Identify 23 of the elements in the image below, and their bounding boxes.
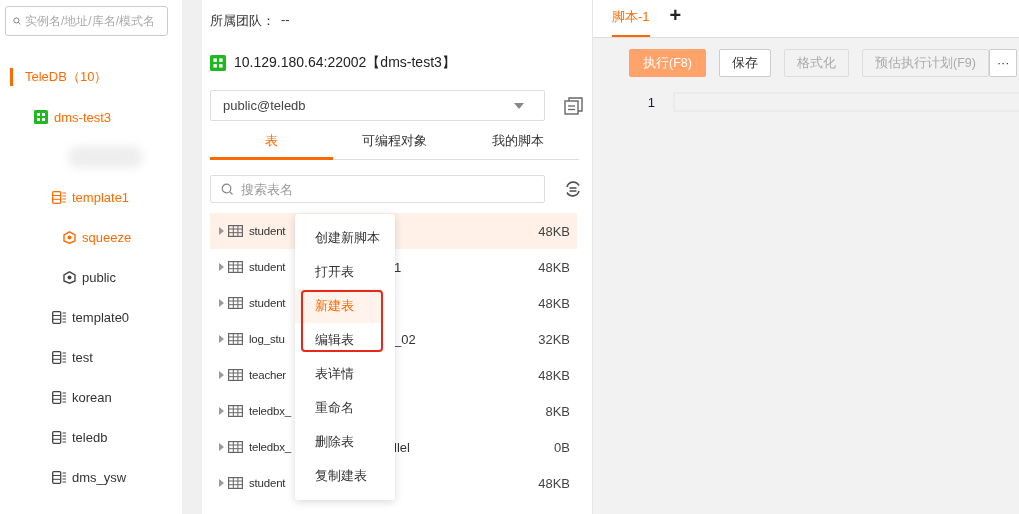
table-name: student: [249, 297, 286, 309]
table-name: 1: [394, 259, 402, 275]
table-name: teledbx_: [249, 441, 291, 453]
table-size: 32KB: [538, 331, 570, 347]
table-name: log_stu: [249, 333, 285, 345]
table-size: 48KB: [538, 367, 570, 383]
instance-address: 10.129.180.64:22002【dms-test3】: [234, 54, 456, 72]
table-name: llel: [394, 439, 410, 455]
table-size: 48KB: [538, 259, 570, 275]
table-name: student: [249, 225, 286, 237]
table-name: student: [249, 261, 286, 273]
table-size: 0B: [554, 439, 570, 455]
table-size: 48KB: [538, 223, 570, 239]
table-size: 8KB: [545, 403, 570, 419]
table-size: 48KB: [538, 475, 570, 491]
table-name: teacher: [249, 369, 286, 381]
table-size: 48KB: [538, 295, 570, 311]
table-name: _02: [394, 331, 416, 347]
team-value: --: [281, 12, 290, 29]
table-name: teledbx_: [249, 405, 291, 417]
table-name: student: [249, 477, 286, 489]
line-number: 1: [646, 94, 655, 110]
team-label: 所属团队：: [210, 12, 275, 30]
